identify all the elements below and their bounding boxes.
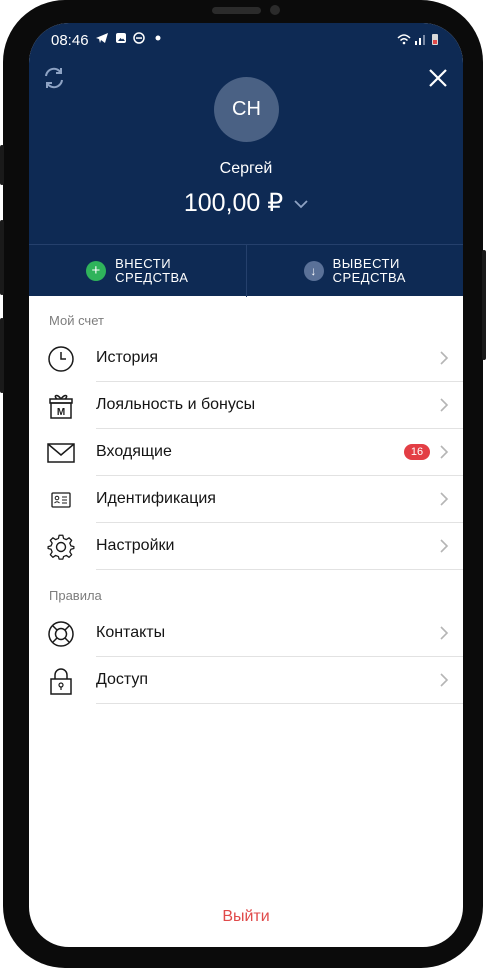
chevron-down-icon (294, 200, 308, 209)
status-time: 08:46 (51, 32, 89, 49)
arrow-down-icon: ↓ (303, 261, 324, 281)
chevron-right-icon (440, 626, 449, 640)
notification-dot-icon (155, 32, 161, 47)
side-button (0, 220, 4, 295)
gift-icon: M (49, 394, 73, 419)
section-title-rules: Правила (49, 588, 102, 603)
close-icon[interactable] (425, 65, 451, 91)
logout-button[interactable]: Выйти (29, 908, 463, 926)
chevron-right-icon (440, 673, 449, 687)
camera (270, 5, 280, 15)
withdraw-label: ВЫВЕСТИ СРЕДСТВА (332, 256, 406, 285)
menu-item-identification[interactable]: Идентификация (29, 476, 463, 523)
menu-item-label: История (96, 349, 159, 366)
refresh-icon[interactable] (41, 65, 67, 91)
chevron-right-icon (440, 398, 449, 412)
menu-item-contacts[interactable]: Контакты (29, 610, 463, 657)
unread-count-badge: 16 (404, 444, 430, 460)
clock-icon (48, 346, 74, 372)
gallery-icon (115, 32, 127, 47)
menu-item-label: Входящие (96, 443, 172, 460)
envelope-icon (47, 443, 75, 463)
account-header: 08:46 СН Сергей 100,00 ₽ + ВНЕСТИ СРЕДСТ… (29, 23, 463, 297)
menu-item-access[interactable]: Доступ (29, 657, 463, 704)
section-title-account: Мой счет (49, 313, 104, 328)
id-card-icon (51, 492, 71, 508)
plus-icon: + (86, 261, 107, 281)
do-not-disturb-icon (133, 32, 145, 47)
menu-item-label: Настройки (96, 537, 175, 554)
telegram-icon (95, 32, 109, 47)
divider (96, 703, 463, 704)
menu-item-loyalty[interactable]: M Лояльность и бонусы (29, 382, 463, 429)
power-button (482, 250, 486, 360)
speaker (212, 7, 261, 14)
svg-text:M: M (57, 407, 65, 418)
chevron-right-icon (440, 492, 449, 506)
divider (96, 569, 463, 570)
withdraw-button[interactable]: ↓ ВЫВЕСТИ СРЕДСТВА (245, 245, 464, 297)
menu-item-label: Доступ (96, 671, 149, 688)
deposit-button[interactable]: + ВНЕСТИ СРЕДСТВА (29, 245, 246, 297)
chevron-right-icon (440, 445, 449, 459)
menu-item-label: Контакты (96, 624, 166, 641)
avatar: СН (214, 77, 279, 142)
lifebuoy-icon (48, 621, 74, 647)
system-indicators (395, 32, 443, 49)
status-bar: 08:46 (29, 23, 463, 59)
menu-item-label: Лояльность и бонусы (96, 396, 256, 413)
menu-item-settings[interactable]: Настройки (29, 523, 463, 570)
balance-value: 100,00 ₽ (183, 189, 284, 217)
deposit-label: ВНЕСТИ СРЕДСТВА (115, 256, 189, 285)
side-button (0, 145, 4, 185)
side-button (0, 318, 4, 393)
phone-frame: 08:46 СН Сергей 100,00 ₽ + ВНЕСТИ СРЕДСТ… (0, 0, 486, 968)
screen: 08:46 СН Сергей 100,00 ₽ + ВНЕСТИ СРЕДСТ… (29, 23, 463, 947)
menu-item-history[interactable]: История (29, 335, 463, 382)
menu-item-inbox[interactable]: Входящие 16 (29, 429, 463, 476)
chevron-right-icon (440, 351, 449, 365)
lock-icon (50, 668, 72, 695)
gear-icon (47, 534, 75, 560)
user-name: Сергей (219, 160, 273, 177)
funds-actions: + ВНЕСТИ СРЕДСТВА ↓ ВЫВЕСТИ СРЕДСТВА (29, 244, 463, 297)
menu-item-label: Идентификация (96, 490, 216, 507)
balance-dropdown[interactable]: 100,00 ₽ (29, 188, 463, 218)
chevron-right-icon (440, 539, 449, 553)
